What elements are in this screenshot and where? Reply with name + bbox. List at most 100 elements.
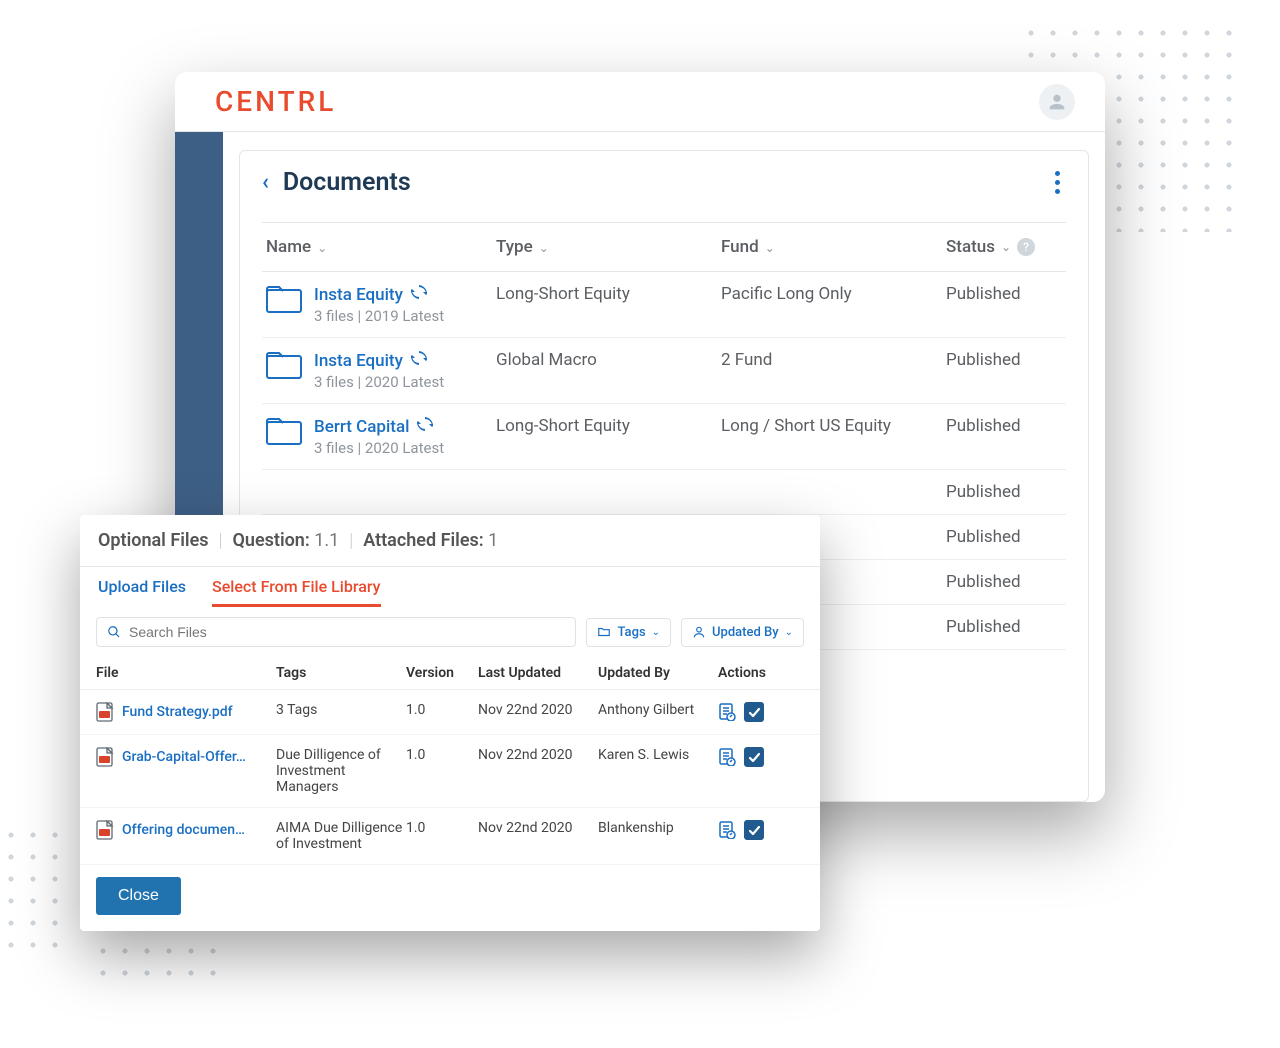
- back-chevron-icon[interactable]: ‹: [262, 170, 269, 195]
- table-row: Published: [262, 470, 1066, 515]
- tab-select-from-library[interactable]: Select From File Library: [212, 577, 380, 607]
- cell-type: Global Macro: [496, 350, 721, 370]
- cell-status: Published: [946, 572, 1062, 592]
- close-button[interactable]: Close: [96, 877, 181, 915]
- select-file-checkbox[interactable]: [744, 820, 764, 840]
- col-header-status[interactable]: Status⌄?: [946, 237, 1062, 257]
- decorative-dots-bottom-left-2: [92, 940, 227, 985]
- pdf-icon: [96, 702, 114, 722]
- cell-version: 1.0: [406, 702, 478, 718]
- cell-status: Published: [946, 527, 1062, 547]
- user-icon: [1046, 91, 1068, 113]
- cell-updated-by: Karen S. Lewis: [598, 747, 718, 763]
- folder-link[interactable]: Insta Equity: [314, 350, 444, 371]
- folder-icon: [266, 350, 302, 380]
- view-document-icon[interactable]: [718, 748, 736, 766]
- tab-upload-files[interactable]: Upload Files: [98, 577, 186, 607]
- brand-logo: CENTRL: [215, 85, 336, 118]
- col-header-type[interactable]: Type⌄: [496, 237, 721, 257]
- cell-version: 1.0: [406, 820, 478, 836]
- select-file-checkbox[interactable]: [744, 747, 764, 767]
- sync-icon: [411, 284, 427, 305]
- cell-status: Published: [946, 617, 1062, 637]
- mcol-tags: Tags: [276, 665, 406, 681]
- cell-updated-by: Anthony Gilbert: [598, 702, 718, 718]
- cell-fund: Long / Short US Equity: [721, 416, 946, 436]
- select-file-checkbox[interactable]: [744, 702, 764, 722]
- file-link[interactable]: Offering documen…: [122, 822, 245, 838]
- chevron-down-icon: ⌄: [765, 241, 775, 255]
- folder-meta: 3 files | 2019 Latest: [314, 307, 444, 325]
- pdf-icon: [96, 747, 114, 767]
- table-row: Berrt Capital 3 files | 2020 Latest Long…: [262, 404, 1066, 470]
- mcol-version: Version: [406, 665, 478, 681]
- pdf-icon: [96, 820, 114, 840]
- search-icon: [107, 625, 121, 639]
- cell-tags: AIMA Due Dilligence of Investment: [276, 820, 406, 852]
- file-link[interactable]: Fund Strategy.pdf: [122, 704, 233, 720]
- cell-last-updated: Nov 22nd 2020: [478, 820, 598, 836]
- file-table-header: File Tags Version Last Updated Updated B…: [80, 657, 820, 690]
- folder-meta: 3 files | 2020 Latest: [314, 373, 444, 391]
- question-value: 1.1: [314, 530, 339, 551]
- cell-type: Long-Short Equity: [496, 284, 721, 304]
- folder-link[interactable]: Insta Equity: [314, 284, 444, 305]
- cell-type: Long-Short Equity: [496, 416, 721, 436]
- filter-updated-by-button[interactable]: Updated By⌄: [681, 618, 804, 647]
- avatar[interactable]: [1039, 84, 1075, 120]
- file-link[interactable]: Grab-Capital-Offer…: [122, 749, 246, 765]
- documents-table-header: Name⌄ Type⌄ Fund⌄ Status⌄?: [262, 222, 1066, 272]
- optional-files-label: Optional Files: [98, 530, 209, 551]
- modal-header: Optional Files | Question: 1.1 | Attache…: [80, 515, 820, 567]
- col-header-name[interactable]: Name⌄: [266, 237, 496, 257]
- mcol-file: File: [96, 665, 276, 681]
- help-icon[interactable]: ?: [1017, 238, 1035, 256]
- folder-icon: [266, 284, 302, 314]
- folder-icon: [597, 625, 611, 639]
- chevron-down-icon: ⌄: [1001, 240, 1011, 254]
- question-label: Question:: [233, 530, 310, 551]
- folder-icon: [266, 416, 302, 446]
- cell-status: Published: [946, 416, 1062, 436]
- sync-icon: [411, 350, 427, 371]
- attached-files-value: 1: [488, 530, 498, 551]
- file-row: Offering documen… AIMA Due Dilligence of…: [80, 808, 820, 865]
- view-document-icon[interactable]: [718, 703, 736, 721]
- folder-link[interactable]: Berrt Capital: [314, 416, 444, 437]
- file-row: Grab-Capital-Offer… Due Dilligence of In…: [80, 735, 820, 808]
- decorative-dots-bottom-left-1: [0, 824, 70, 959]
- cell-status: Published: [946, 284, 1062, 304]
- file-row: Fund Strategy.pdf 3 Tags 1.0 Nov 22nd 20…: [80, 690, 820, 735]
- chevron-down-icon: ⌄: [317, 241, 327, 255]
- mcol-actions: Actions: [718, 665, 804, 681]
- cell-tags: Due Dilligence of Investment Managers: [276, 747, 406, 795]
- cell-status: Published: [946, 350, 1062, 370]
- file-library-modal: Optional Files | Question: 1.1 | Attache…: [80, 515, 820, 931]
- col-header-fund[interactable]: Fund⌄: [721, 237, 946, 257]
- view-document-icon[interactable]: [718, 821, 736, 839]
- page-title: Documents: [283, 168, 411, 197]
- search-input[interactable]: [129, 624, 565, 640]
- table-row: Insta Equity 3 files | 2020 Latest Globa…: [262, 338, 1066, 404]
- cell-updated-by: Blankenship: [598, 820, 718, 836]
- modal-tabs: Upload Files Select From File Library: [80, 567, 820, 607]
- user-icon: [692, 625, 706, 639]
- cell-fund: Pacific Long Only: [721, 284, 946, 304]
- top-bar: CENTRL: [175, 72, 1105, 132]
- filter-tags-button[interactable]: Tags⌄: [586, 618, 671, 647]
- more-menu-button[interactable]: [1049, 165, 1066, 200]
- sync-icon: [417, 416, 433, 437]
- mcol-updated-by: Updated By: [598, 665, 718, 681]
- table-row: Insta Equity 3 files | 2019 Latest Long-…: [262, 272, 1066, 338]
- cell-fund: 2 Fund: [721, 350, 946, 370]
- search-input-wrapper[interactable]: [96, 617, 576, 647]
- cell-last-updated: Nov 22nd 2020: [478, 702, 598, 718]
- cell-tags: 3 Tags: [276, 702, 406, 718]
- folder-meta: 3 files | 2020 Latest: [314, 439, 444, 457]
- chevron-down-icon: ⌄: [539, 241, 549, 255]
- cell-status: Published: [946, 482, 1062, 502]
- mcol-last-updated: Last Updated: [478, 665, 598, 681]
- cell-last-updated: Nov 22nd 2020: [478, 747, 598, 763]
- cell-version: 1.0: [406, 747, 478, 763]
- attached-files-label: Attached Files:: [363, 530, 483, 551]
